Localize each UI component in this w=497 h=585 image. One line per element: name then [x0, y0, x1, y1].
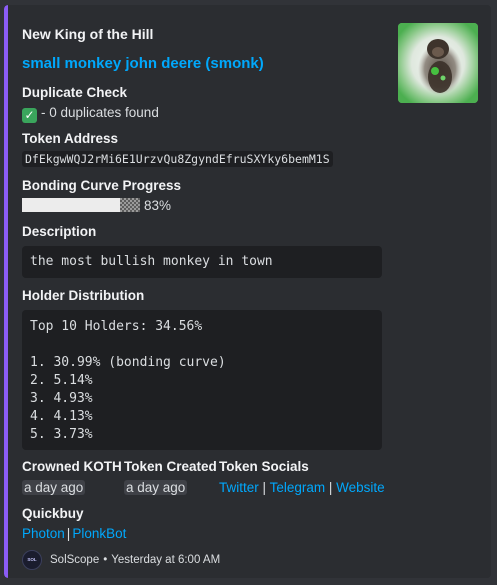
twitter-link[interactable]: Twitter — [219, 480, 259, 495]
solscope-logo-icon: SOL — [22, 550, 42, 570]
token-address-code[interactable]: DfEkgwWQJ2rMi6E1UrzvQu8ZgyndEfruSXYky6be… — [22, 151, 333, 167]
bonding-curve-value: 83% — [22, 198, 171, 213]
footer-timestamp: Yesterday at 6:00 AM — [111, 554, 221, 566]
token-embed: New King of the Hill small monkey john d… — [4, 5, 491, 578]
token-created-timestamp[interactable]: a day ago — [124, 480, 188, 495]
token-address-label: Token Address — [22, 131, 119, 146]
duplicate-count: - 0 duplicates found — [41, 105, 159, 120]
footer-source: SolScope — [50, 554, 100, 566]
holder-distribution-code-block: Top 10 Holders: 34.56% 1. 30.99% (bondin… — [22, 310, 382, 450]
token-address-value: DfEkgwWQJ2rMi6E1UrzvQu8ZgyndEfruSXYky6be… — [22, 151, 333, 167]
embed-content: New King of the Hill small monkey john d… — [22, 5, 491, 578]
monkey-avatar-image[interactable] — [398, 23, 478, 103]
monkey-thumbnail-svg — [398, 23, 478, 103]
bonding-curve-progress-bar — [22, 198, 140, 212]
description-code-block: the most bullish monkey in town — [22, 246, 382, 278]
token-socials-links: Twitter | Telegram | Website — [219, 480, 385, 495]
bonding-curve-label: Bonding Curve Progress — [22, 178, 182, 193]
quickbuy-label: Quickbuy — [22, 506, 84, 521]
plonkbot-link[interactable]: PlonkBot — [72, 526, 126, 541]
token-socials-field: Token Socials Twitter | Telegram | Websi… — [219, 459, 385, 495]
link-separator: | — [262, 480, 267, 495]
bonding-curve-percent: 83% — [144, 198, 172, 213]
website-link[interactable]: Website — [336, 480, 385, 495]
telegram-link[interactable]: Telegram — [270, 480, 326, 495]
crowned-koth-timestamp[interactable]: a day ago — [22, 480, 86, 495]
token-created-label: Token Created — [124, 459, 217, 474]
token-socials-label: Token Socials — [219, 459, 309, 474]
progress-remaining — [120, 198, 140, 212]
holder-distribution-label: Holder Distribution — [22, 288, 145, 303]
embed-accent-bar — [4, 5, 8, 578]
crowned-koth-label: Crowned KOTH — [22, 459, 122, 474]
token-created-field: Token Created a day ago — [124, 459, 217, 495]
footer-dot: • — [103, 554, 108, 566]
check-mark-icon: ✓ — [22, 108, 37, 123]
inline-fields-row: Crowned KOTH a day ago Token Created a d… — [22, 459, 482, 501]
description-label: Description — [22, 224, 97, 239]
duplicate-check-label: Duplicate Check — [22, 85, 128, 100]
embed-author: New King of the Hill — [22, 26, 154, 42]
link-separator: | — [328, 480, 333, 495]
progress-fill — [22, 198, 120, 212]
link-separator: | — [66, 526, 71, 541]
quickbuy-links: Photon | PlonkBot — [22, 526, 126, 541]
crowned-koth-value-wrap: a day ago — [22, 480, 122, 495]
photon-link[interactable]: Photon — [22, 526, 65, 541]
duplicate-check-value: ✓ - 0 duplicates found — [22, 105, 159, 123]
embed-footer: SOL SolScope • Yesterday at 6:00 AM — [22, 549, 220, 571]
token-created-value-wrap: a day ago — [124, 480, 217, 495]
embed-title-link[interactable]: small monkey john deere (smonk) — [22, 55, 264, 72]
crowned-koth-field: Crowned KOTH a day ago — [22, 459, 122, 495]
